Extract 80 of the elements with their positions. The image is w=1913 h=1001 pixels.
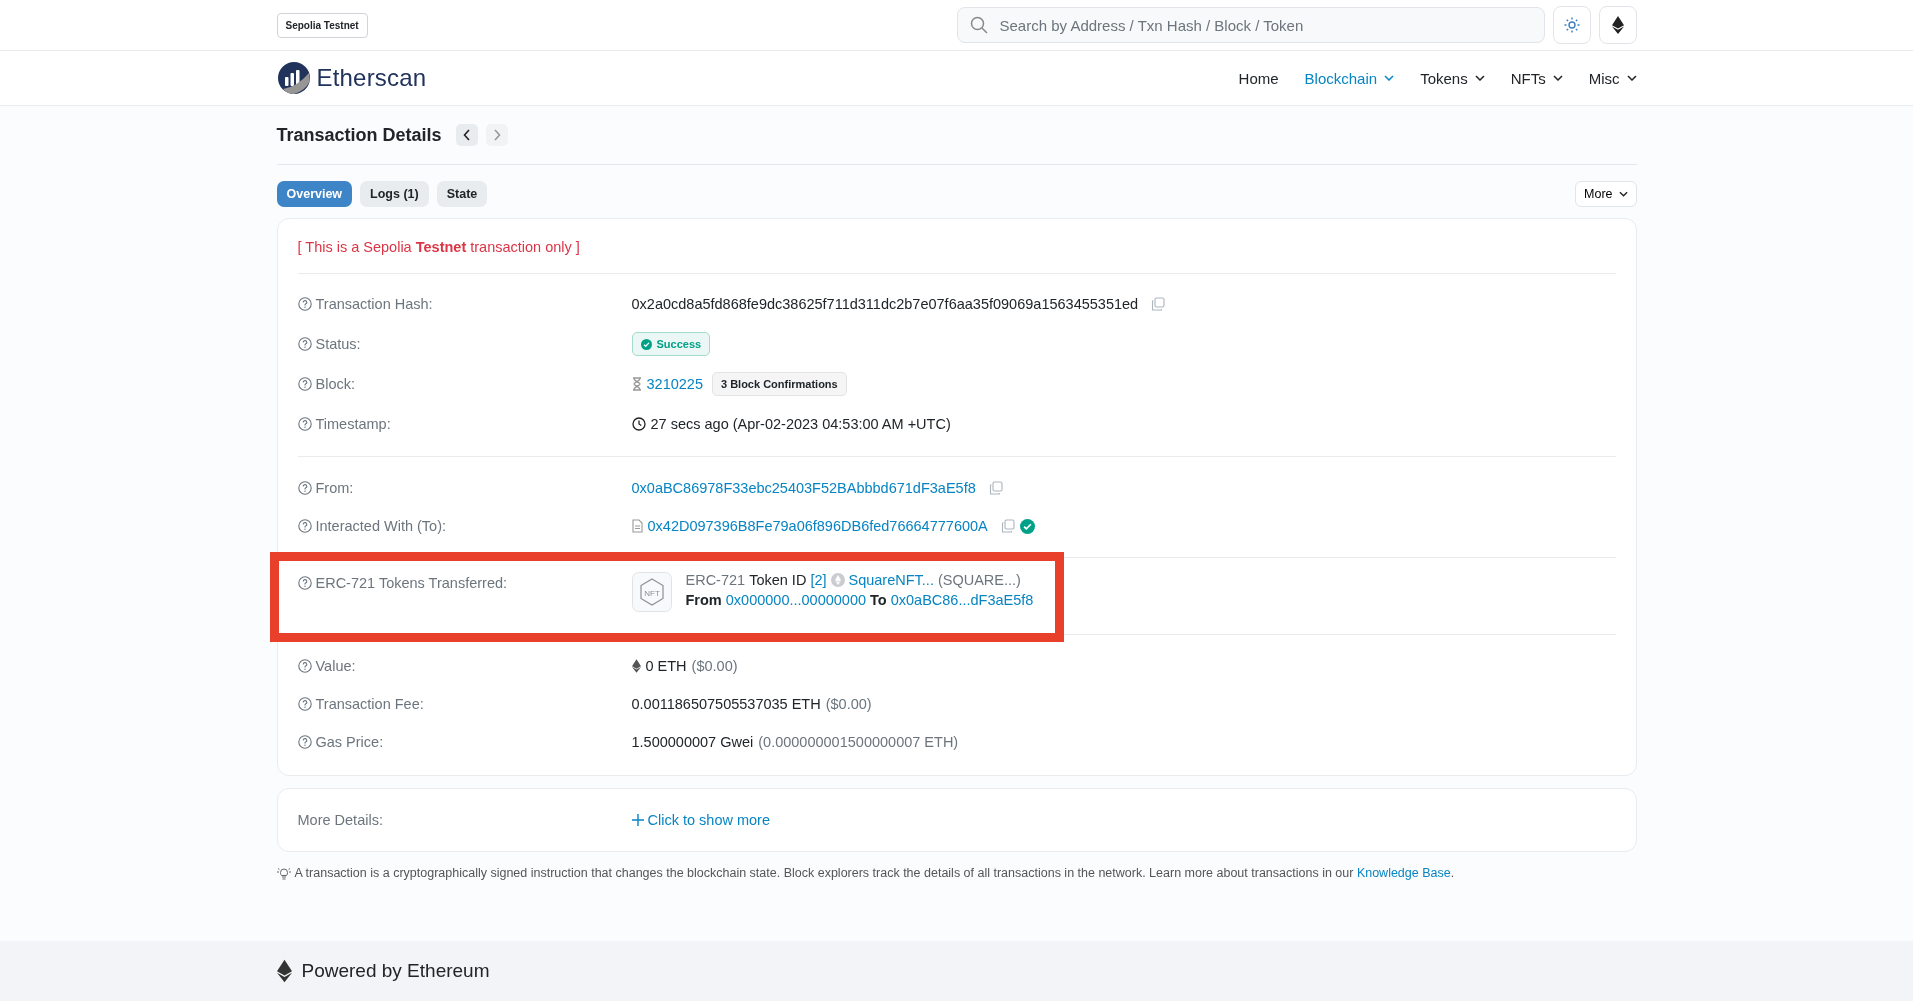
confirmations-badge: 3 Block Confirmations xyxy=(711,372,847,396)
amount-text: 0 ETH xyxy=(645,658,687,674)
block-link[interactable]: 3210225 xyxy=(646,376,703,392)
chevron-right-icon xyxy=(492,129,501,141)
token-symbol: (SQUARE...) xyxy=(937,572,1021,588)
ethereum-button[interactable] xyxy=(1598,6,1637,44)
status-badge: Success xyxy=(631,332,711,356)
ethereum-icon xyxy=(1611,16,1624,34)
clock-icon xyxy=(631,417,646,431)
timestamp-text: 27 secs ago (Apr-02-2023 04:53:00 AM +UTC) xyxy=(650,416,951,432)
field-label: Gas Price: xyxy=(315,734,384,750)
token-id-link[interactable]: [2] xyxy=(810,572,827,588)
field-label: Transaction Fee: xyxy=(315,696,424,712)
nft-icon: NFT xyxy=(631,572,672,612)
logo-text[interactable]: Etherscan xyxy=(316,64,427,92)
field-label: Timestamp: xyxy=(315,416,391,432)
address-link[interactable]: 0x42D097396B8Fe79a06f896DB6fed76664777600A xyxy=(647,518,988,534)
converted-amount: ($0.00) xyxy=(825,696,872,712)
converted-amount: ($0.00) xyxy=(691,658,738,674)
field-label: Transaction Hash: xyxy=(315,296,433,312)
page-title: Transaction Details xyxy=(276,124,442,146)
help-icon[interactable] xyxy=(297,417,312,431)
search-icon xyxy=(969,16,988,34)
help-icon[interactable] xyxy=(297,735,312,749)
hourglass-icon xyxy=(631,377,642,391)
address-link[interactable]: 0x000000...00000000 xyxy=(725,592,867,608)
help-icon[interactable] xyxy=(297,697,312,711)
ethereum-token-icon xyxy=(830,573,845,587)
field-label: More Details: xyxy=(297,812,383,828)
help-icon[interactable] xyxy=(297,297,312,311)
help-icon[interactable] xyxy=(297,377,312,391)
tab[interactable]: Logs (1) xyxy=(360,181,429,207)
token-id-label: Token ID xyxy=(749,572,807,588)
chevron-left-icon xyxy=(462,129,471,141)
help-icon[interactable] xyxy=(297,659,312,673)
nav-link[interactable]: Misc xyxy=(1588,69,1637,87)
token-name-link[interactable]: SquareNFT... xyxy=(848,572,934,588)
more-button[interactable]: More xyxy=(1575,181,1637,207)
token-standard: ERC-721 xyxy=(685,572,746,588)
address-link[interactable]: 0x0aBC86978F33ebc25403F52BAbbbd671dF3aE5f8 xyxy=(631,480,976,496)
logo-icon xyxy=(276,61,311,95)
help-icon[interactable] xyxy=(297,576,312,590)
help-icon[interactable] xyxy=(297,337,312,351)
amount-text: 0.001186507505537035 ETH xyxy=(631,696,821,712)
field-label: Value: xyxy=(315,658,356,674)
amount-text: 1.500000007 Gwei xyxy=(631,734,754,750)
address-link[interactable]: 0x0aBC86...dF3aE5f8 xyxy=(890,592,1034,608)
next-button[interactable] xyxy=(485,124,508,146)
lightbulb-icon xyxy=(276,866,291,880)
chevron-down-icon xyxy=(1618,191,1628,197)
help-icon[interactable] xyxy=(297,519,312,533)
nav-link[interactable]: Tokens xyxy=(1420,69,1485,87)
converted-amount: (0.000000001500000007 ETH) xyxy=(758,734,959,750)
previous-button[interactable] xyxy=(455,124,478,146)
network-badge: Sepolia Testnet xyxy=(276,12,368,38)
transaction-hash: 0x2a0cd8a5fd868fe9dc38625f711d311dc2b7e07f6aa35f09069a1563455351ed xyxy=(631,296,1139,312)
search-field[interactable]: Search by Address / Txn Hash / Block / Token xyxy=(956,7,1545,43)
knowledge-base-link[interactable]: Knowledge Base xyxy=(1356,866,1451,880)
info-note: A transaction is a cryptographically signed instruction that changes the blockchain state. Block explorers track the details of all transactions in the network. Learn more about transactions in our Knowledge Base. xyxy=(294,866,1455,880)
nav-link[interactable]: Blockchain xyxy=(1304,69,1395,87)
field-label: Status: xyxy=(315,336,361,352)
field-label: From: xyxy=(315,480,354,496)
field-label: Block: xyxy=(315,376,355,392)
plus-icon xyxy=(631,814,644,826)
nav-link[interactable]: Home xyxy=(1238,69,1279,87)
field-label: Interacted With (To): xyxy=(315,518,447,534)
help-icon[interactable] xyxy=(297,481,312,495)
ethereum-icon xyxy=(276,959,292,983)
tab[interactable]: Overview xyxy=(276,181,353,207)
from-label: From xyxy=(685,592,722,608)
footer-text: Powered by Ethereum xyxy=(301,960,490,982)
tab[interactable]: State xyxy=(436,181,488,207)
sun-icon xyxy=(1563,17,1580,33)
to-label: To xyxy=(870,592,887,608)
nav-link[interactable]: NFTs xyxy=(1510,69,1563,87)
field-label: ERC-721 Tokens Transferred: xyxy=(315,575,508,591)
testnet-notice: [ This is a Sepolia Testnet transaction only ] xyxy=(297,219,1616,274)
theme-toggle-button[interactable] xyxy=(1552,6,1591,44)
search-input[interactable]: Search by Address / Txn Hash / Block / Token xyxy=(997,15,1532,35)
show-more-link[interactable]: Click to show more xyxy=(631,812,770,828)
